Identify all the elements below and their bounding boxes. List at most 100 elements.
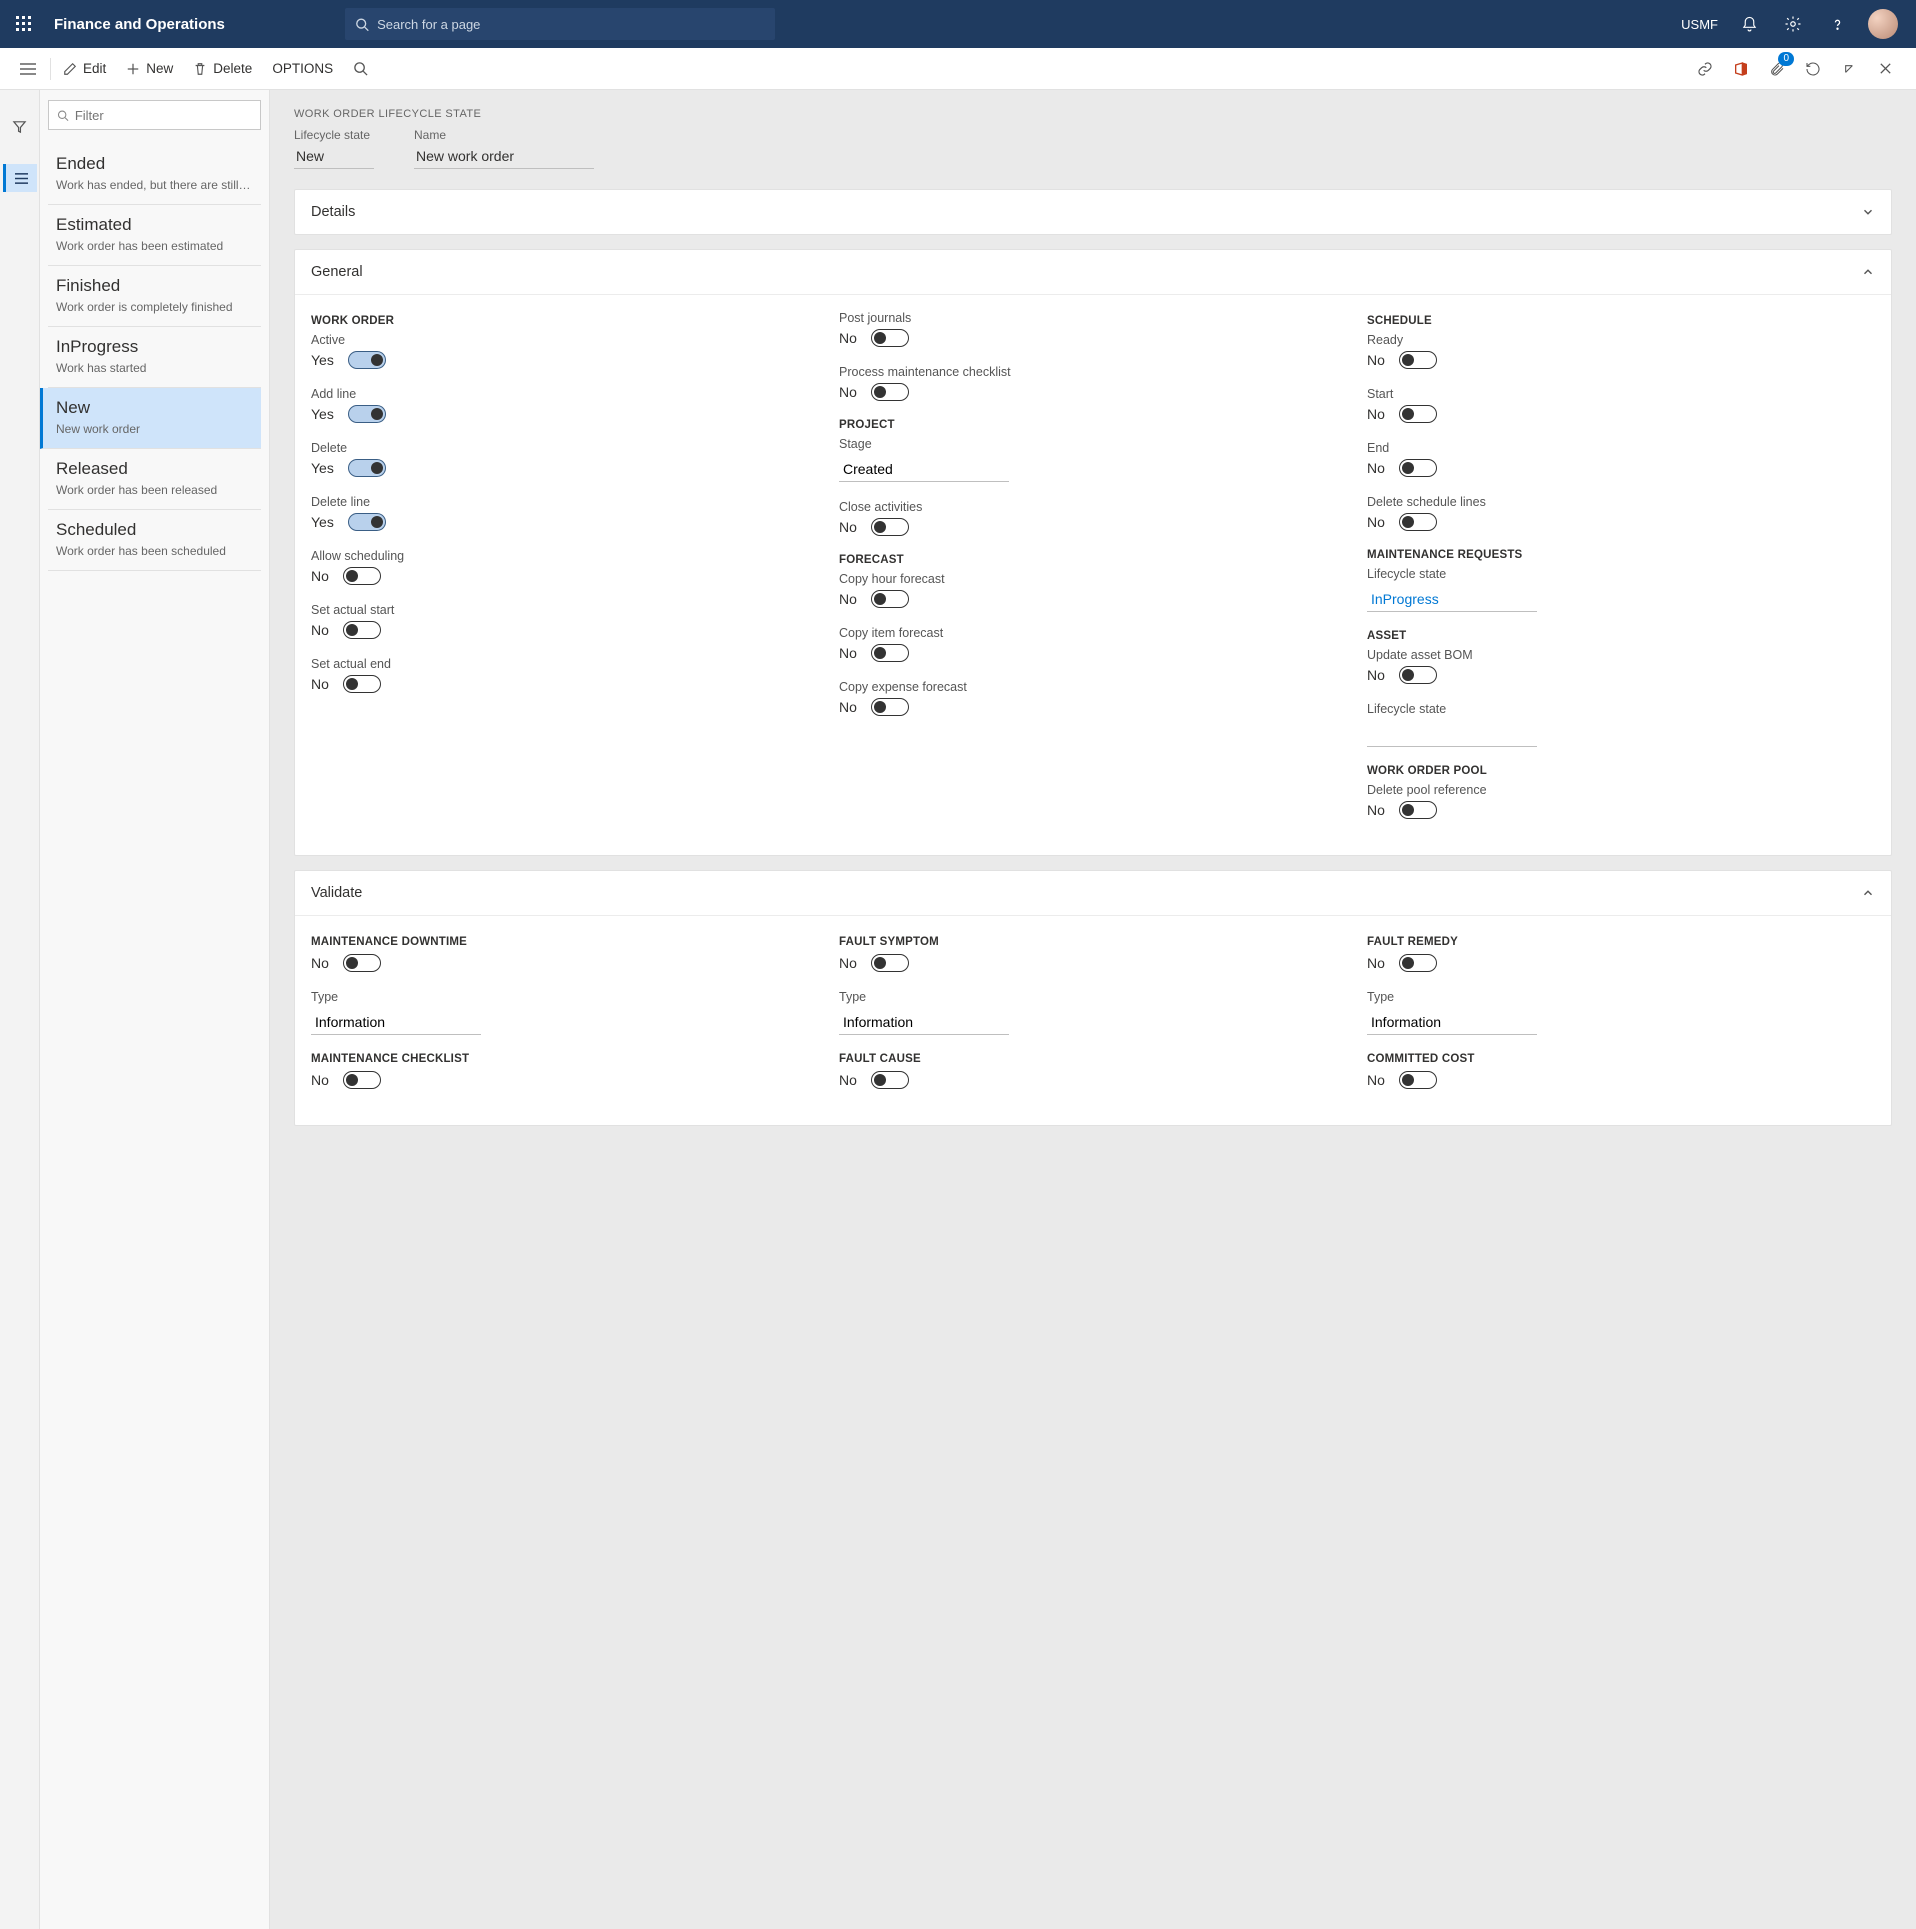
validate-section: Validate MAINTENANCE DOWNTIME No Type MA…: [294, 870, 1892, 1126]
fault-symptom-heading: FAULT SYMPTOM: [839, 936, 1347, 948]
ready-toggle[interactable]: [1399, 351, 1437, 369]
list-item-title: Finished: [56, 276, 253, 296]
filter-box[interactable]: [48, 100, 261, 130]
copy-hour-toggle[interactable]: [871, 590, 909, 608]
list-item-title: New: [56, 398, 253, 418]
delete-schedule-toggle[interactable]: [1399, 513, 1437, 531]
allow-scheduling-toggle[interactable]: [343, 567, 381, 585]
set-actual-end-toggle[interactable]: [343, 675, 381, 693]
work-order-heading: WORK ORDER: [311, 315, 819, 327]
forecast-heading: FORECAST: [839, 554, 1347, 566]
set-actual-start-toggle[interactable]: [343, 621, 381, 639]
global-search-input[interactable]: [377, 17, 765, 32]
list-item-subtitle: Work order has been estimated: [56, 239, 253, 253]
trash-icon: [193, 62, 207, 76]
list-item-subtitle: Work order has been released: [56, 483, 253, 497]
office-icon[interactable]: [1730, 58, 1752, 80]
fault-cause-toggle[interactable]: [871, 1071, 909, 1089]
list-item[interactable]: Scheduled Work order has been scheduled: [48, 510, 261, 571]
maint-req-state-input[interactable]: [1367, 585, 1537, 612]
general-section: General WORK ORDER ActiveYes Add lineYes…: [294, 249, 1892, 856]
find-button[interactable]: [343, 48, 378, 89]
list-item[interactable]: NewNew work order: [40, 388, 261, 449]
committed-cost-toggle[interactable]: [1399, 1071, 1437, 1089]
gear-icon[interactable]: [1780, 11, 1806, 37]
options-button[interactable]: OPTIONS: [262, 48, 343, 89]
close-icon[interactable]: [1874, 58, 1896, 80]
symptom-type-input[interactable]: [839, 1008, 1009, 1035]
downtime-type-input[interactable]: [311, 1008, 481, 1035]
start-toggle[interactable]: [1399, 405, 1437, 423]
list-item-subtitle: Work has started: [56, 361, 253, 375]
end-toggle[interactable]: [1399, 459, 1437, 477]
remedy-type-input[interactable]: [1367, 1008, 1537, 1035]
new-button[interactable]: New: [116, 48, 183, 89]
delete-pool-toggle[interactable]: [1399, 801, 1437, 819]
avatar[interactable]: [1868, 9, 1898, 39]
list-item-subtitle: Work has ended, but there are still regi…: [56, 178, 253, 192]
list-item[interactable]: Ended Work has ended, but there are still…: [48, 144, 261, 205]
filter-input[interactable]: [75, 108, 252, 123]
delete-button[interactable]: Delete: [183, 48, 262, 89]
maint-req-heading: MAINTENANCE REQUESTS: [1367, 549, 1875, 561]
update-bom-toggle[interactable]: [1399, 666, 1437, 684]
edit-button[interactable]: Edit: [53, 48, 116, 89]
attachments-icon[interactable]: 0: [1766, 58, 1788, 80]
plus-icon: [126, 62, 140, 76]
list-item-subtitle: Work order has been scheduled: [56, 544, 253, 558]
list-item-title: Scheduled: [56, 520, 253, 540]
waffle-icon[interactable]: [8, 8, 40, 40]
validate-header[interactable]: Validate: [295, 871, 1891, 915]
maint-downtime-heading: MAINTENANCE DOWNTIME: [311, 936, 819, 948]
global-search[interactable]: [345, 8, 775, 40]
asset-state-input[interactable]: [1367, 720, 1537, 747]
name-value[interactable]: New work order: [414, 142, 594, 169]
close-activities-toggle[interactable]: [871, 518, 909, 536]
process-checklist-toggle[interactable]: [871, 383, 909, 401]
hamburger-icon[interactable]: [20, 62, 36, 76]
company-code[interactable]: USMF: [1681, 17, 1718, 32]
fault-symptom-toggle[interactable]: [871, 954, 909, 972]
refresh-icon[interactable]: [1802, 58, 1824, 80]
post-journals-toggle[interactable]: [871, 329, 909, 347]
delete-line-toggle[interactable]: [348, 513, 386, 531]
fault-remedy-toggle[interactable]: [1399, 954, 1437, 972]
commandbar: Edit New Delete OPTIONS 0: [0, 48, 1916, 90]
help-icon[interactable]: [1824, 11, 1850, 37]
list-item-title: InProgress: [56, 337, 253, 357]
list-item[interactable]: EstimatedWork order has been estimated: [48, 205, 261, 266]
fault-remedy-heading: FAULT REMEDY: [1367, 936, 1875, 948]
active-toggle[interactable]: [348, 351, 386, 369]
details-section: Details: [294, 189, 1892, 235]
list-item-title: Ended: [56, 154, 253, 174]
details-header[interactable]: Details: [295, 190, 1891, 234]
pool-heading: WORK ORDER POOL: [1367, 765, 1875, 777]
brand-title: Finance and Operations: [54, 16, 225, 33]
topbar: Finance and Operations USMF: [0, 0, 1916, 48]
maint-downtime-toggle[interactable]: [343, 954, 381, 972]
copy-expense-toggle[interactable]: [871, 698, 909, 716]
list-rail-icon[interactable]: [3, 164, 37, 192]
filter-rail-icon[interactable]: [3, 112, 37, 140]
main-content: WORK ORDER LIFECYCLE STATE Lifecycle sta…: [270, 90, 1916, 1929]
list-item[interactable]: ReleasedWork order has been released: [48, 449, 261, 510]
pencil-icon: [63, 62, 77, 76]
list-item[interactable]: InProgress Work has started: [48, 327, 261, 388]
attachment-count: 0: [1778, 52, 1794, 66]
stage-input[interactable]: [839, 455, 1009, 482]
chevron-up-icon: [1861, 265, 1875, 279]
lifecycle-state-value[interactable]: New: [294, 142, 374, 169]
add-line-toggle[interactable]: [348, 405, 386, 423]
chevron-down-icon: [1861, 205, 1875, 219]
delete-toggle[interactable]: [348, 459, 386, 477]
maint-checklist-toggle[interactable]: [343, 1071, 381, 1089]
general-header[interactable]: General: [295, 250, 1891, 294]
popout-icon[interactable]: [1838, 58, 1860, 80]
list-item-subtitle: Work order is completely finished: [56, 300, 253, 314]
link-icon[interactable]: [1694, 58, 1716, 80]
lifecycle-state-field: Lifecycle state New: [294, 128, 374, 169]
schedule-heading: SCHEDULE: [1367, 315, 1875, 327]
bell-icon[interactable]: [1736, 11, 1762, 37]
list-item[interactable]: Finished Work order is completely finishe…: [48, 266, 261, 327]
copy-item-toggle[interactable]: [871, 644, 909, 662]
